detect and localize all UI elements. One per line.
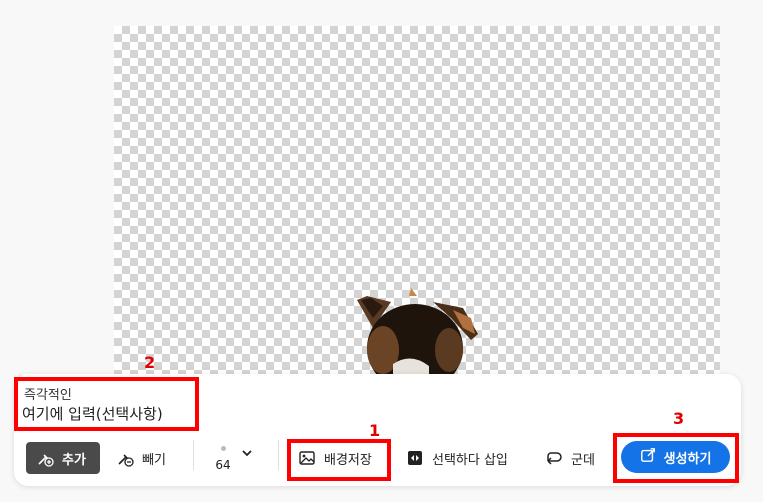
dog-image: [357, 288, 478, 375]
brush-dot-icon: [220, 446, 226, 451]
subtract-button[interactable]: 빼기: [116, 442, 166, 474]
undo-icon: [545, 449, 563, 467]
divider: [193, 440, 194, 470]
highlight-box-save: [287, 439, 391, 481]
insert-selection-button[interactable]: 선택하다 삽입: [406, 442, 508, 474]
undo-button[interactable]: 군데: [545, 442, 595, 474]
marker-1: 1: [369, 421, 381, 440]
brush-subtract-icon: [116, 449, 134, 467]
brush-size-control[interactable]: 64: [214, 444, 232, 473]
highlight-box-generate: [613, 433, 739, 483]
brush-add-icon: [36, 449, 54, 467]
add-button[interactable]: 추가: [26, 442, 100, 474]
chevron-down-icon[interactable]: [240, 446, 254, 460]
marker-3: 3: [673, 409, 685, 428]
editor-stage: 즉각적인 추가 빼기 64: [0, 0, 763, 502]
undo-label: 군데: [571, 452, 595, 468]
marker-2: 2: [144, 353, 156, 372]
subtract-label: 빼기: [142, 452, 166, 468]
highlight-box-prompt: [14, 377, 199, 431]
divider: [278, 440, 279, 470]
add-label: 추가: [62, 452, 86, 468]
selection-icon: [406, 449, 424, 467]
insert-selection-label: 선택하다 삽입: [432, 452, 508, 468]
brush-size-value: 64: [215, 458, 231, 472]
image-canvas[interactable]: [114, 26, 720, 375]
